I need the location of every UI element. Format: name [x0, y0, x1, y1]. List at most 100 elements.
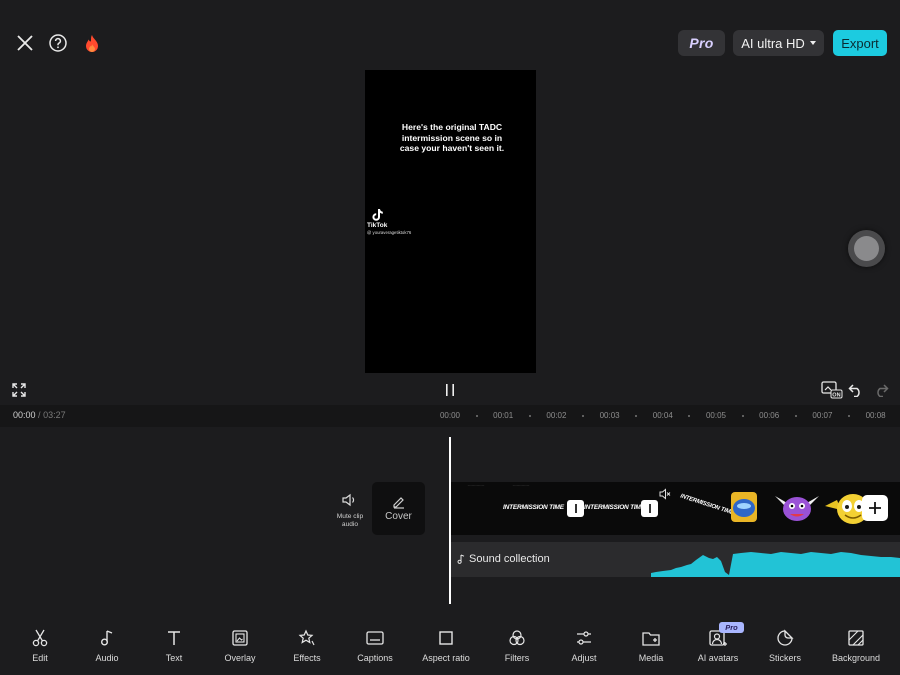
watermark-username: @ youraveragetiktok76 [367, 230, 412, 235]
cover-label: Cover [385, 511, 412, 522]
scissors-icon [31, 628, 49, 648]
tool-ai-avatars[interactable]: AI avatars [685, 628, 751, 663]
tool-label: Effects [293, 653, 321, 663]
tool-label: Text [165, 653, 183, 663]
ruler-tick-label: 00:00 [439, 411, 461, 420]
video-track[interactable]: .................... ...................… [451, 482, 900, 535]
overlay-icon [231, 628, 249, 648]
captions-icon [365, 628, 385, 648]
video-preview[interactable] [365, 70, 536, 373]
caption-on-icon: ON [821, 381, 843, 399]
tool-label: Edit [32, 653, 48, 663]
plus-icon [869, 502, 881, 514]
filters-icon [507, 628, 527, 648]
tool-media[interactable]: Media [618, 628, 684, 663]
hot-templates-button[interactable] [77, 28, 107, 58]
ruler-tick-label: 00:01 [493, 411, 514, 420]
fire-icon [86, 34, 98, 52]
muted-speaker-icon [659, 488, 671, 500]
playhead[interactable] [449, 437, 451, 604]
time-separator: / [38, 410, 41, 420]
close-button[interactable] [10, 28, 40, 58]
background-icon [847, 628, 865, 648]
tool-label: Overlay [224, 653, 256, 663]
ruler-tick-label: 00:05 [705, 411, 727, 420]
tool-aspect-ratio[interactable]: Aspect ratio [413, 628, 479, 663]
tool-label: Filters [504, 653, 530, 663]
ruler-tick-dot [475, 415, 478, 417]
mute-clip-label: Mute clip audio [336, 513, 364, 528]
add-clip-button[interactable] [862, 495, 888, 521]
tool-label: Aspect ratio [422, 653, 470, 663]
media-icon [641, 628, 661, 648]
ruler-tick-label: 00:07 [812, 411, 833, 420]
tool-overlay[interactable]: Overlay [207, 628, 273, 663]
ruler-tick-label: 00:06 [759, 411, 780, 420]
ai-avatars-pro-badge: Pro [719, 622, 744, 633]
effects-icon [298, 628, 316, 648]
watermark-brand: TikTok [367, 222, 388, 229]
fullscreen-button[interactable] [4, 375, 34, 405]
undo-icon [848, 384, 860, 397]
tool-label: Adjust [571, 653, 597, 663]
ruler-tick-label: 00:04 [652, 411, 673, 420]
preview-overlay-text: Here's the original TADC intermission sc… [399, 122, 505, 154]
transition-button[interactable] [641, 500, 658, 517]
tool-audio[interactable]: Audio [74, 628, 140, 663]
tool-background[interactable]: Background [823, 628, 889, 663]
ruler-tick-dot [741, 415, 744, 417]
fullscreen-icon [12, 383, 26, 397]
aspect-ratio-icon [437, 628, 455, 648]
audio-clip-label: Sound collection [457, 553, 550, 565]
cover-button[interactable]: Cover [372, 482, 425, 535]
tool-effects[interactable]: Effects [274, 628, 340, 663]
tool-edit[interactable]: Edit [7, 628, 73, 663]
resolution-dropdown[interactable]: AI ultra HD [733, 30, 824, 56]
svg-text:ON: ON [832, 392, 840, 398]
tool-label: Stickers [768, 653, 801, 663]
play-pause-button[interactable] [435, 375, 465, 405]
ruler-tick-dot [582, 415, 584, 417]
pause-icon [446, 384, 454, 396]
music-note-icon [99, 628, 115, 648]
clip-thumbnail: INTERMISSION TIME [659, 482, 734, 535]
ruler-tick-dot [848, 415, 850, 417]
clip-thumbnail: .................... ...................… [467, 483, 564, 511]
pencil-icon [392, 497, 404, 509]
redo-icon [877, 384, 889, 397]
ruler-tick-label: 00:03 [599, 411, 620, 420]
chevron-down-icon [809, 41, 816, 45]
tool-text[interactable]: Text [141, 628, 207, 663]
music-note-icon [457, 554, 465, 564]
redo-button[interactable] [866, 375, 896, 405]
tool-filters[interactable]: Filters [484, 628, 550, 663]
transition-button[interactable] [567, 500, 584, 517]
ruler-tick-dot [528, 415, 531, 417]
resolution-label: AI ultra HD [741, 35, 805, 51]
adjust-icon [575, 628, 593, 648]
close-icon [17, 35, 33, 51]
export-button[interactable]: Export [833, 30, 887, 56]
tool-adjust[interactable]: Adjust [551, 628, 617, 663]
tool-label: AI avatars [697, 653, 739, 663]
tool-label: Audio [95, 653, 119, 663]
pro-badge[interactable]: Pro [678, 30, 725, 56]
ruler-tick-dot [794, 415, 797, 417]
tool-label: Captions [357, 653, 393, 663]
timecode: 00:00 / 03:27 [13, 410, 66, 420]
clip-thumbnail: INTERMISSION TIME [584, 504, 645, 511]
speaker-icon [342, 493, 355, 507]
tool-stickers[interactable]: Stickers [752, 628, 818, 663]
current-time: 00:00 [13, 410, 36, 420]
total-time: 03:27 [43, 410, 66, 420]
ruler-tick-label: 00:08 [865, 411, 886, 420]
ruler-tick-label: 00:02 [546, 411, 567, 420]
help-button[interactable] [43, 28, 73, 58]
floating-assistant-button[interactable] [848, 230, 885, 267]
help-icon [49, 34, 67, 52]
tool-captions[interactable]: Captions [342, 628, 408, 663]
tool-label: Background [831, 653, 881, 663]
tool-label: Media [638, 653, 664, 663]
mute-clip-button[interactable] [334, 485, 364, 515]
text-icon [166, 628, 182, 648]
